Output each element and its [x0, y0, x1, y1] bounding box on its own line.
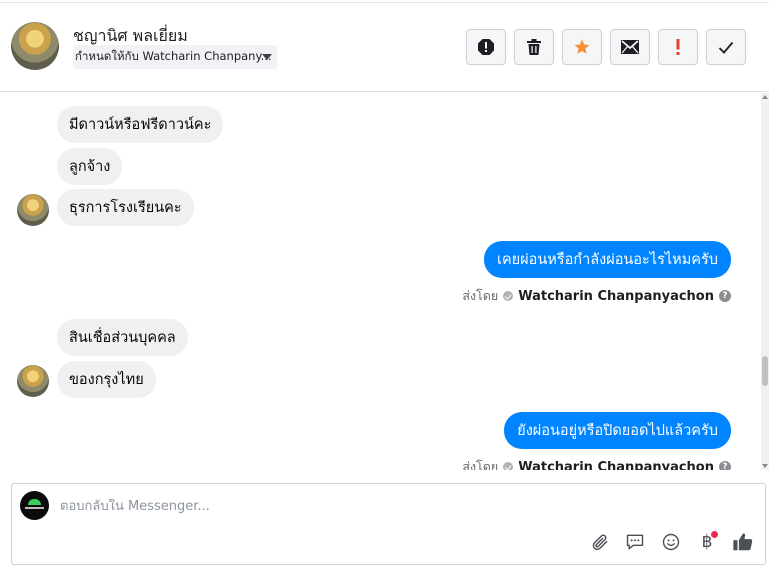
page-avatar [20, 491, 49, 520]
message-thread[interactable]: มีดาวน์หรือฟรีดาวน์คะ ลูกจ้าง ธุรการโรงเ… [0, 93, 769, 470]
sent-by-line: ส่งโดย Watcharin Chanpanyachon ? [462, 457, 731, 470]
incoming-message: มีดาวน์หรือฟรีดาวน์คะ [57, 106, 224, 143]
sent-by-label: ส่งโดย [462, 288, 499, 303]
incoming-message: ลูกจ้าง [57, 148, 123, 185]
mark-unread-button[interactable] [610, 29, 650, 65]
reply-composer: ฿ [11, 483, 766, 565]
sent-by-label: ส่งโดย [462, 459, 499, 470]
agent-name: Watcharin Chanpanyachon [518, 459, 714, 471]
delete-button[interactable] [514, 29, 554, 65]
reply-input[interactable] [60, 499, 660, 514]
conversation-header: ชญานิศ พลเยี่ยม กำหนดให้กับ Watcharin Ch… [0, 0, 769, 92]
checkmark-icon [718, 41, 734, 54]
star-icon [574, 39, 590, 54]
scroll-down-arrow-icon[interactable] [762, 464, 768, 468]
contact-avatar-small [17, 194, 49, 226]
incoming-message: ธุรการโรงเรียนคะ [57, 189, 194, 226]
top-divider [0, 2, 769, 3]
incoming-message: ของกรุงไทย [57, 361, 156, 398]
paperclip-icon [592, 534, 608, 551]
mark-spam-button[interactable] [466, 29, 506, 65]
outgoing-message: เคยผ่อนหรือกำลังผ่อนอะไรไหมครับ [483, 241, 731, 278]
trash-icon [527, 39, 541, 55]
page-logo-text [25, 507, 44, 509]
contact-avatar[interactable] [11, 22, 59, 70]
saved-reply-icon [626, 534, 644, 550]
exclamation-icon [676, 39, 680, 55]
assign-dropdown[interactable]: กำหนดให้กับ Watcharin Chanpany... [73, 45, 277, 69]
send-like-button[interactable] [731, 530, 755, 554]
saved-replies-button[interactable] [623, 530, 647, 554]
thread-scrollbar[interactable] [761, 93, 769, 470]
scroll-up-arrow-icon[interactable] [762, 95, 768, 99]
mark-done-button[interactable] [706, 29, 746, 65]
outgoing-message: ยังผ่อนอยู่หรือปิดยอดไปแล้วครับ [504, 412, 731, 449]
incoming-message: สินเชื่อส่วนบุคคล [57, 319, 188, 356]
emoji-icon [662, 533, 680, 551]
scrollbar-thumb[interactable] [762, 356, 768, 386]
star-button[interactable] [562, 29, 602, 65]
verified-check-icon [503, 462, 514, 470]
caret-down-icon [262, 54, 272, 60]
payment-button[interactable]: ฿ [695, 530, 719, 554]
page-logo-mark [28, 499, 41, 505]
contact-avatar-small [17, 365, 49, 397]
spam-report-icon [478, 39, 494, 55]
envelope-icon [621, 40, 639, 54]
follow-up-button[interactable] [658, 29, 698, 65]
agent-name: Watcharin Chanpanyachon [518, 288, 714, 304]
thumbs-up-icon [733, 533, 753, 551]
emoji-button[interactable] [659, 530, 683, 554]
help-icon[interactable]: ? [719, 461, 731, 470]
help-icon[interactable]: ? [719, 290, 731, 302]
verified-check-icon [503, 291, 514, 301]
attach-file-button[interactable] [588, 530, 612, 554]
sent-by-line: ส่งโดย Watcharin Chanpanyachon ? [462, 286, 731, 306]
assign-dropdown-label: กำหนดให้กับ Watcharin Chanpany... [75, 49, 272, 63]
notification-dot [711, 531, 718, 538]
